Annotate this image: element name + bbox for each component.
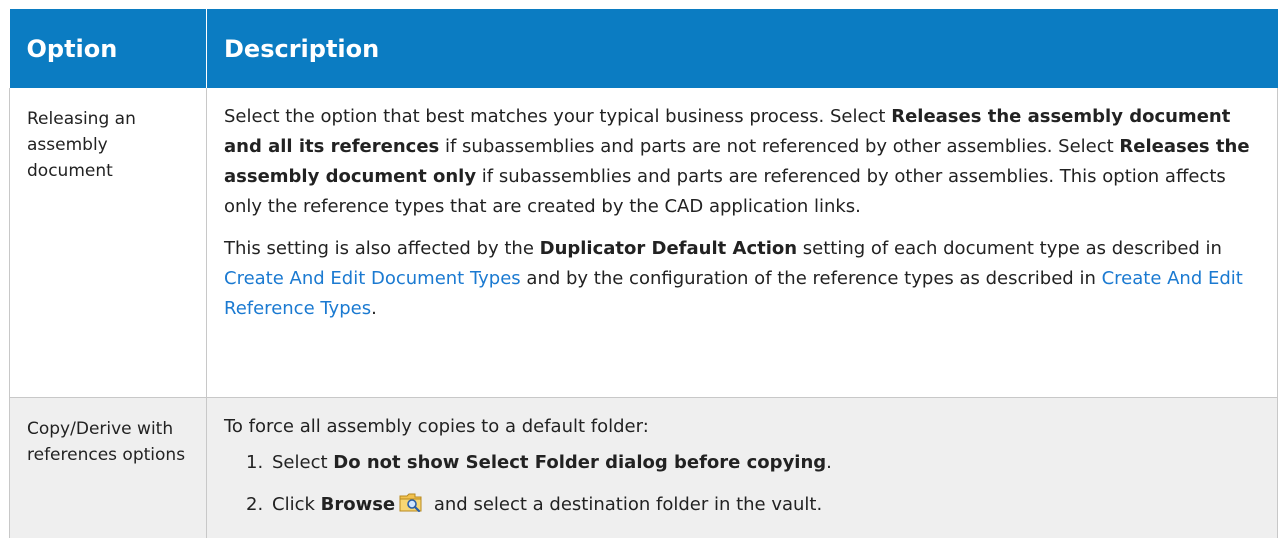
table-row: Copy/Derive with references options To f… bbox=[9, 397, 1278, 538]
text-run: Select the option that best matches your… bbox=[224, 106, 892, 127]
step-item: 2. Click Browse and select a destination … bbox=[246, 490, 1259, 520]
text-run: Click bbox=[272, 494, 321, 515]
browse-folder-icon bbox=[399, 490, 422, 513]
text-run: Select bbox=[272, 452, 334, 473]
description-cell: To force all assembly copies to a defaul… bbox=[206, 397, 1278, 538]
steps-list: 1. Select Do not show Select Folder dialo… bbox=[224, 448, 1259, 520]
option-cell: Releasing an assembly document bbox=[9, 88, 207, 398]
description-cell: Select the option that best matches your… bbox=[206, 88, 1278, 398]
text-run: if subassemblies and parts are not refer… bbox=[439, 136, 1120, 157]
options-table: Option Description Releasing an assembly… bbox=[9, 9, 1278, 538]
option-cell: Copy/Derive with references options bbox=[9, 397, 207, 538]
text-run: . bbox=[371, 298, 377, 319]
link-create-edit-document-types[interactable]: Create And Edit Document Types bbox=[224, 268, 521, 289]
text-run: and by the configuration of the referenc… bbox=[520, 268, 1102, 289]
step-number: 1. bbox=[246, 452, 264, 473]
bold-setting-name: Duplicator Default Action bbox=[539, 238, 798, 259]
options-table-page: Option Description Releasing an assembly… bbox=[0, 0, 1284, 550]
description-paragraph: This setting is also affected by the Dup… bbox=[224, 234, 1259, 324]
description-intro: To force all assembly copies to a defaul… bbox=[224, 416, 649, 437]
text-run: . bbox=[826, 452, 832, 473]
step-item: 1. Select Do not show Select Folder dialo… bbox=[246, 448, 1259, 478]
step-number: 2. bbox=[246, 494, 264, 515]
text-run: This setting is also affected by the bbox=[224, 238, 540, 259]
text-run: and select a destination folder in the v… bbox=[428, 494, 823, 515]
description-paragraph: Select the option that best matches your… bbox=[224, 102, 1259, 222]
bold-option-name: Do not show Select Folder dialog before … bbox=[333, 452, 827, 473]
table-row: Releasing an assembly document Select th… bbox=[9, 88, 1278, 398]
column-header-option: Option bbox=[9, 9, 207, 88]
bold-button-name: Browse bbox=[320, 494, 396, 515]
column-header-description: Description bbox=[206, 9, 1278, 88]
table-header-row: Option Description bbox=[9, 9, 1278, 88]
text-run: setting of each document type as describ… bbox=[797, 238, 1222, 259]
